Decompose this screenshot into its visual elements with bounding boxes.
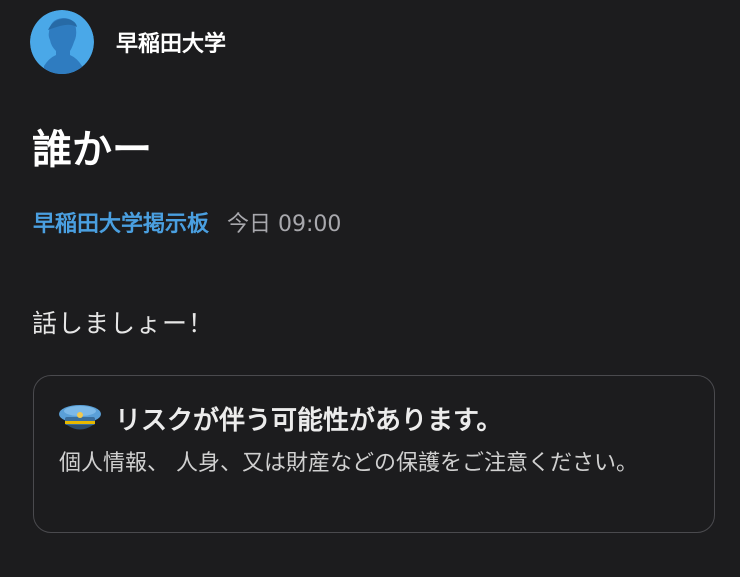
post-title: 誰かー xyxy=(32,127,152,173)
post-header: 早稲田大学 xyxy=(30,10,226,74)
board-name[interactable]: 早稲田大学 xyxy=(116,26,226,58)
warning-text: 個人情報、 人身、又は財産などの保護をご注意ください。 xyxy=(59,451,638,476)
person-silhouette-icon xyxy=(30,10,94,74)
warning-header: リスクが伴う可能性があります。 xyxy=(57,398,502,438)
post-timestamp: 今日 09:00 xyxy=(227,212,342,237)
police-cap-icon xyxy=(59,405,101,430)
board-avatar[interactable] xyxy=(30,10,94,74)
post-meta: 早稲田大学掲示板 今日 09:00 xyxy=(33,206,341,238)
board-link[interactable]: 早稲田大学掲示板 xyxy=(33,206,209,238)
post-body: 話しましょー！ xyxy=(32,309,215,338)
warning-title: リスクが伴う可能性があります。 xyxy=(115,405,503,436)
risk-warning-card: リスクが伴う可能性があります。 個人情報、 人身、又は財産などの保護をご注意くだ… xyxy=(33,375,715,533)
